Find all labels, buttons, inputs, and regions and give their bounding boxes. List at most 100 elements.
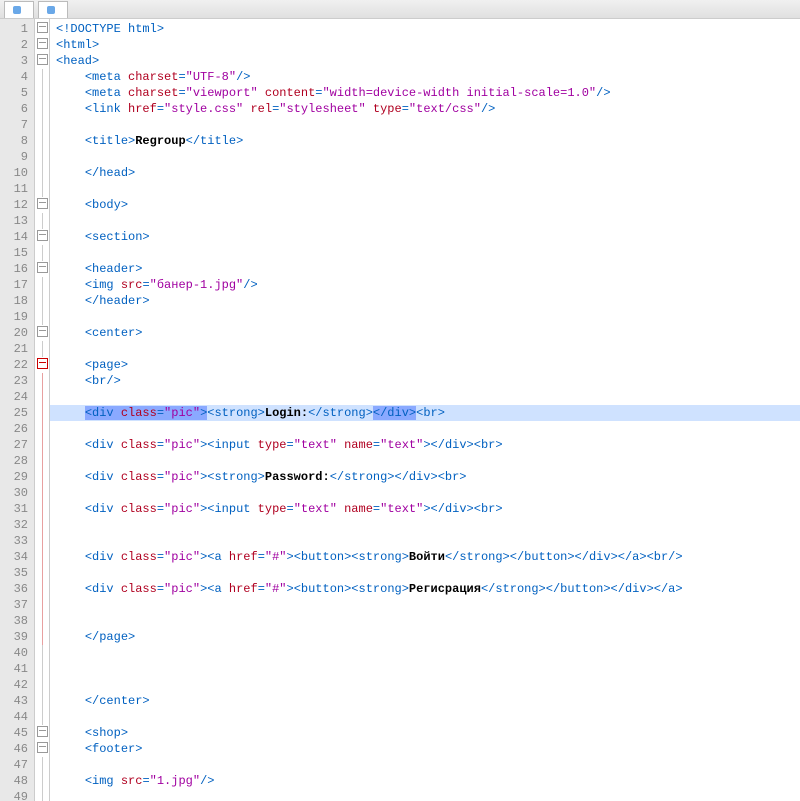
- line-number: 3: [0, 53, 34, 69]
- line-number: 2: [0, 37, 34, 53]
- fold-cell: [35, 213, 49, 229]
- code-line[interactable]: <div class="pic"><input type="text" name…: [50, 501, 800, 517]
- code-line[interactable]: [50, 677, 800, 693]
- line-number: 19: [0, 309, 34, 325]
- fold-toggle-icon[interactable]: [37, 230, 48, 241]
- code-line[interactable]: [50, 181, 800, 197]
- fold-toggle-icon[interactable]: [37, 262, 48, 273]
- code-line[interactable]: [50, 245, 800, 261]
- fold-cell: [35, 277, 49, 293]
- code-line[interactable]: <meta charset="UTF-8"/>: [50, 69, 800, 85]
- code-line[interactable]: <center>: [50, 325, 800, 341]
- code-line[interactable]: <title>Regroup</title>: [50, 133, 800, 149]
- code-line[interactable]: <shop>: [50, 725, 800, 741]
- fold-cell: [35, 309, 49, 325]
- code-line[interactable]: [50, 757, 800, 773]
- code-line[interactable]: [50, 709, 800, 725]
- code-line[interactable]: </header>: [50, 293, 800, 309]
- line-number: 9: [0, 149, 34, 165]
- line-number: 22: [0, 357, 34, 373]
- fold-toggle-icon[interactable]: [37, 358, 48, 369]
- code-line[interactable]: <div class="pic"><strong>Password:</stro…: [50, 469, 800, 485]
- code-line[interactable]: <link href="style.css" rel="stylesheet" …: [50, 101, 800, 117]
- fold-toggle-icon[interactable]: [37, 198, 48, 209]
- line-number: 42: [0, 677, 34, 693]
- code-line[interactable]: [50, 533, 800, 549]
- code-line[interactable]: <page>: [50, 357, 800, 373]
- fold-cell: [35, 725, 49, 741]
- code-line[interactable]: </head>: [50, 165, 800, 181]
- code-line[interactable]: <!DOCTYPE html>: [50, 21, 800, 37]
- code-line[interactable]: [50, 645, 800, 661]
- line-number: 21: [0, 341, 34, 357]
- fold-cell: [35, 469, 49, 485]
- fold-toggle-icon[interactable]: [37, 54, 48, 65]
- line-number: 6: [0, 101, 34, 117]
- code-line[interactable]: <br/>: [50, 373, 800, 389]
- code-line[interactable]: [50, 421, 800, 437]
- fold-cell: [35, 629, 49, 645]
- code-line[interactable]: <section>: [50, 229, 800, 245]
- line-number: 28: [0, 453, 34, 469]
- code-line[interactable]: [50, 149, 800, 165]
- fold-cell: [35, 453, 49, 469]
- tab-bar: [0, 0, 800, 19]
- code-line[interactable]: <img src="банер-1.jpg"/>: [50, 277, 800, 293]
- fold-cell: [35, 741, 49, 757]
- code-line[interactable]: <div class="pic"><a href="#"><button><st…: [50, 549, 800, 565]
- line-number: 13: [0, 213, 34, 229]
- line-number: 12: [0, 197, 34, 213]
- code-line[interactable]: [50, 117, 800, 133]
- code-line[interactable]: <html>: [50, 37, 800, 53]
- fold-cell: [35, 501, 49, 517]
- code-line[interactable]: [50, 517, 800, 533]
- code-line[interactable]: [50, 613, 800, 629]
- code-line[interactable]: <head>: [50, 53, 800, 69]
- code-line[interactable]: [50, 341, 800, 357]
- fold-cell: [35, 709, 49, 725]
- code-line[interactable]: <div class="pic"><input type="text" name…: [50, 437, 800, 453]
- line-number: 33: [0, 533, 34, 549]
- code-line[interactable]: [50, 661, 800, 677]
- code-line[interactable]: [50, 789, 800, 801]
- line-number-gutter: 1234567891011121314151617181920212223242…: [0, 19, 35, 801]
- code-line[interactable]: [50, 485, 800, 501]
- fold-cell: [35, 53, 49, 69]
- fold-cell: [35, 197, 49, 213]
- code-line[interactable]: [50, 309, 800, 325]
- code-line[interactable]: [50, 565, 800, 581]
- code-line[interactable]: [50, 389, 800, 405]
- fold-cell: [35, 645, 49, 661]
- code-area[interactable]: <!DOCTYPE html> <html> <head> <meta char…: [50, 19, 800, 801]
- line-number: 11: [0, 181, 34, 197]
- fold-toggle-icon[interactable]: [37, 742, 48, 753]
- code-line[interactable]: <div class="pic"><a href="#"><button><st…: [50, 581, 800, 597]
- fold-toggle-icon[interactable]: [37, 326, 48, 337]
- fold-toggle-icon[interactable]: [37, 38, 48, 49]
- code-line[interactable]: [50, 597, 800, 613]
- code-line[interactable]: [50, 453, 800, 469]
- code-line[interactable]: [50, 213, 800, 229]
- line-number: 43: [0, 693, 34, 709]
- fold-cell: [35, 549, 49, 565]
- fold-cell: [35, 677, 49, 693]
- line-number: 35: [0, 565, 34, 581]
- code-line[interactable]: <footer>: [50, 741, 800, 757]
- code-line[interactable]: <meta charset="viewport" content="width=…: [50, 85, 800, 101]
- fold-toggle-icon[interactable]: [37, 726, 48, 737]
- line-number: 47: [0, 757, 34, 773]
- code-line[interactable]: </center>: [50, 693, 800, 709]
- code-line[interactable]: <header>: [50, 261, 800, 277]
- fold-cell: [35, 325, 49, 341]
- fold-toggle-icon[interactable]: [37, 22, 48, 33]
- code-line[interactable]: <body>: [50, 197, 800, 213]
- line-number: 26: [0, 421, 34, 437]
- editor-tab-1[interactable]: [4, 1, 34, 18]
- line-number: 8: [0, 133, 34, 149]
- editor-tab-2[interactable]: [38, 1, 68, 18]
- code-line[interactable]: </page>: [50, 629, 800, 645]
- code-line[interactable]: <img src="1.jpg"/>: [50, 773, 800, 789]
- line-number: 14: [0, 229, 34, 245]
- code-line-highlighted[interactable]: <div class="pic"><strong>Login:</strong>…: [50, 405, 800, 421]
- file-icon: [47, 6, 55, 14]
